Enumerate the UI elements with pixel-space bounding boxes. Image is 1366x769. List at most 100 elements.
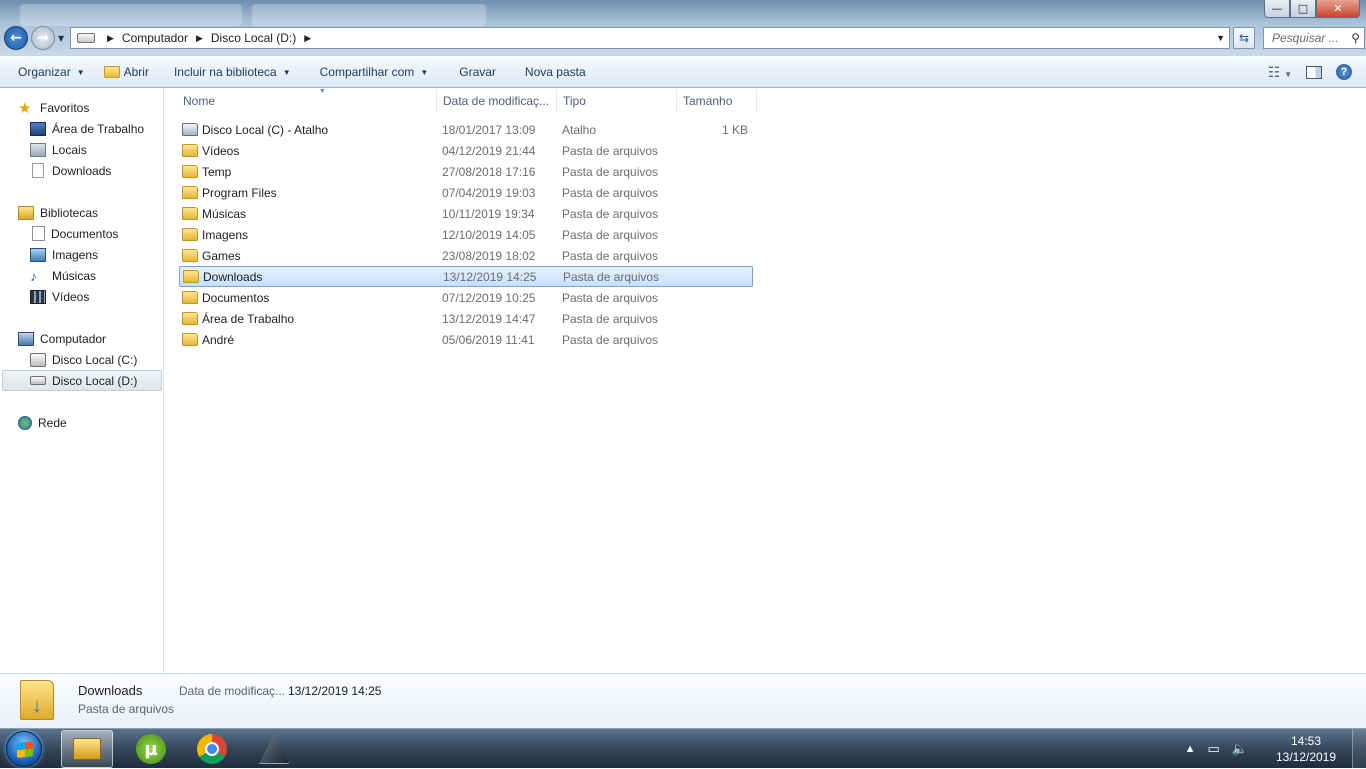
network-icon (18, 415, 32, 430)
details-type: Pasta de arquivos (78, 702, 175, 716)
back-button[interactable]: ← (4, 26, 28, 50)
column-header-label: Data de modificaç... (443, 94, 550, 108)
column-header-label: Nome (183, 94, 216, 108)
nav-libraries[interactable]: Bibliotecas (18, 202, 98, 223)
share-button[interactable]: Compartilhar com ▼ (306, 57, 444, 87)
network-status-icon[interactable]: ▭ (1208, 741, 1220, 757)
file-name-cell: Games (182, 249, 241, 263)
address-bar[interactable]: ▶ Computador ▶ Disco Local (D:) ▶ ▼ (70, 27, 1230, 49)
file-name-cell: Downloads (183, 270, 262, 284)
nav-item-disco-c[interactable]: Disco Local (C:) (30, 349, 137, 370)
nav-item-area-de-trabalho[interactable]: Área de Trabalho (30, 118, 144, 139)
file-size: 1 KB (721, 122, 748, 137)
breadcrumb-separator-icon[interactable]: ▶ (107, 33, 114, 44)
system-tray: ▲ ▭ 🔈 14:53 13/12/2019 (1185, 729, 1366, 769)
taskbar-chrome[interactable] (186, 730, 238, 768)
address-dropdown-icon[interactable]: ▼ (1216, 33, 1225, 43)
folder-icon (182, 333, 198, 346)
nav-item-musicas[interactable]: ♪ Músicas (30, 265, 96, 286)
column-header-name[interactable]: Nome ▼ (177, 88, 437, 113)
star-icon: ★ (18, 99, 32, 117)
nav-item-label: Locais (52, 142, 87, 157)
maximize-button[interactable]: □ (1290, 0, 1316, 18)
file-date: 12/10/2019 14:05 (442, 227, 536, 242)
file-date: 05/06/2019 11:41 (442, 332, 535, 347)
new-folder-label: Nova pasta (524, 65, 586, 79)
column-header-label: Tamanho (683, 94, 733, 108)
file-name-cell: Documentos (182, 291, 269, 305)
file-name-cell: Program Files (182, 186, 277, 200)
nav-item-imagens[interactable]: Imagens (30, 244, 98, 265)
chrome-icon (197, 734, 227, 764)
nav-item-downloads[interactable]: Downloads (32, 160, 111, 181)
file-name-cell: Área de Trabalho (182, 312, 294, 326)
file-row[interactable]: Downloads 13/12/2019 14:25 Pasta de arqu… (179, 266, 753, 287)
file-type: Pasta de arquivos (562, 248, 659, 263)
file-row[interactable]: Vídeos 04/12/2019 21:44 Pasta de arquivo… (179, 140, 753, 161)
details-name: Downloads (78, 683, 143, 698)
file-row[interactable]: Imagens 12/10/2019 14:05 Pasta de arquiv… (179, 224, 753, 245)
file-row[interactable]: Músicas 10/11/2019 19:34 Pasta de arquiv… (179, 203, 753, 224)
new-folder-button[interactable]: Nova pasta (511, 57, 601, 87)
breadcrumb-computador[interactable]: Computador (122, 31, 188, 45)
file-row[interactable]: André 05/06/2019 11:41 Pasta de arquivos (179, 329, 753, 350)
organize-button[interactable]: Organizar ▼ (0, 57, 100, 87)
file-row[interactable]: Documentos 07/12/2019 10:25 Pasta de arq… (179, 287, 753, 308)
show-desktop-button[interactable] (1352, 729, 1366, 769)
taskbar-explorer[interactable] (61, 730, 113, 768)
column-header-date[interactable]: Data de modificaç... (437, 89, 557, 113)
file-row[interactable]: Área de Trabalho 13/12/2019 14:47 Pasta … (179, 308, 753, 329)
nav-computer[interactable]: Computador (18, 328, 106, 349)
breadcrumb-separator-icon[interactable]: ▶ (304, 33, 311, 44)
open-folder-icon (103, 66, 120, 78)
open-button[interactable]: Abrir (100, 57, 164, 87)
folder-icon (182, 144, 198, 157)
view-controls: ☷ ▼ ? (1268, 64, 1366, 81)
breadcrumb-disco-d[interactable]: Disco Local (D:) (211, 31, 296, 45)
nav-item-label: Músicas (52, 268, 97, 283)
file-row[interactable]: Temp 27/08/2018 17:16 Pasta de arquivos (179, 161, 753, 182)
recent-places-icon (30, 142, 46, 157)
downloads-icon (32, 163, 44, 178)
open-label: Abrir (123, 65, 149, 79)
minimize-button[interactable]: — (1264, 0, 1290, 18)
help-icon[interactable]: ? (1336, 64, 1352, 80)
close-button[interactable]: ✕ (1316, 0, 1360, 18)
volume-icon[interactable]: 🔈 (1232, 741, 1248, 757)
burn-button[interactable]: Gravar (443, 57, 511, 87)
file-name: Program Files (202, 185, 277, 200)
taskbar-game[interactable] (248, 730, 300, 768)
nav-item-locais[interactable]: Locais (30, 139, 87, 160)
start-button[interactable] (6, 731, 42, 767)
column-header-size[interactable]: Tamanho (677, 89, 757, 113)
file-row[interactable]: Games 23/08/2019 18:02 Pasta de arquivos (179, 245, 753, 266)
include-library-button[interactable]: Incluir na biblioteca ▼ (164, 57, 306, 87)
refresh-button[interactable]: ⇆ (1233, 27, 1255, 49)
file-date: 23/08/2019 18:02 (442, 248, 536, 263)
column-header-type[interactable]: Tipo (557, 89, 677, 113)
details-pane: ↓ Downloads Pasta de arquivos Data de mo… (0, 673, 1366, 728)
preview-pane-icon[interactable] (1306, 65, 1322, 79)
search-icon[interactable]: ⚲ (1351, 31, 1360, 45)
details-date-value[interactable]: 13/12/2019 14:25 (288, 684, 381, 698)
nav-item-videos[interactable]: Vídeos (30, 286, 89, 307)
arrow-left-icon: ← (10, 30, 22, 46)
nav-item-documentos[interactable]: Documentos (32, 223, 118, 244)
nav-favorites[interactable]: ★ Favoritos (18, 97, 89, 118)
file-type: Pasta de arquivos (562, 143, 659, 158)
view-details-icon[interactable]: ☷ ▼ (1268, 64, 1292, 81)
nav-network[interactable]: Rede (18, 412, 67, 433)
file-row[interactable]: Program Files 07/04/2019 19:03 Pasta de … (179, 182, 753, 203)
show-hidden-icons-icon[interactable]: ▲ (1185, 743, 1196, 755)
history-dropdown[interactable]: ▼ (58, 34, 64, 43)
taskbar-utorrent[interactable]: µ (125, 730, 177, 768)
pictures-icon (30, 247, 46, 262)
search-input[interactable]: Pesquisar ... ⚲ (1263, 27, 1365, 49)
file-date: 13/12/2019 14:47 (442, 311, 536, 326)
breadcrumb-separator-icon[interactable]: ▶ (196, 33, 203, 44)
forward-button[interactable]: → (31, 26, 55, 50)
nav-item-disco-d[interactable]: Disco Local (D:) (2, 370, 162, 391)
clock[interactable]: 14:53 13/12/2019 (1260, 733, 1352, 765)
file-name-cell: André (182, 333, 234, 347)
file-row[interactable]: Disco Local (C) - Atalho 18/01/2017 13:0… (179, 119, 753, 140)
